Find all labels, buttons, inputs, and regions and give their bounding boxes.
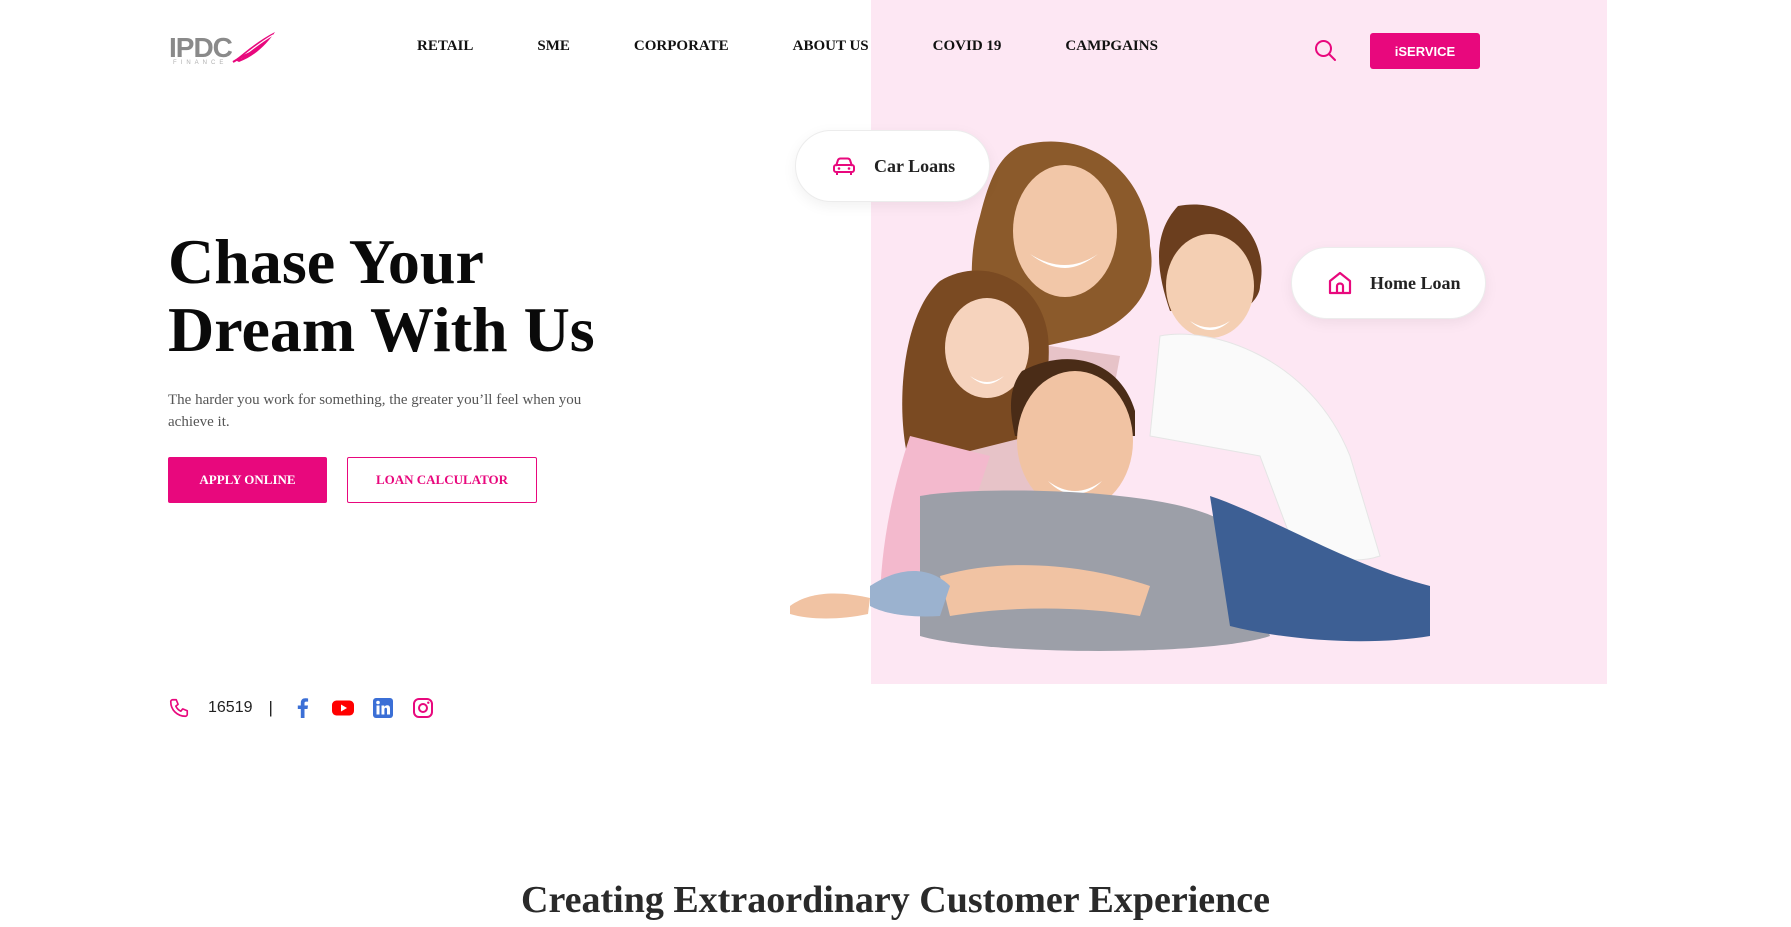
- search-icon[interactable]: [1313, 38, 1337, 62]
- home-loan-pill[interactable]: Home Loan: [1291, 247, 1486, 319]
- hero-subtitle: The harder you work for something, the g…: [168, 392, 582, 430]
- nav-sme[interactable]: SME: [537, 38, 570, 55]
- car-loans-label: Car Loans: [874, 155, 956, 176]
- phone-icon[interactable]: [168, 697, 190, 719]
- youtube-icon[interactable]: [331, 696, 355, 720]
- nav-about-us[interactable]: ABOUT US: [793, 38, 869, 55]
- main-nav: RETAIL SME CORPORATE ABOUT US COVID 19 C…: [417, 38, 1158, 55]
- car-icon: [833, 157, 855, 175]
- ipdc-logo[interactable]: IPDC FINANCE: [169, 28, 279, 68]
- home-loan-label: Home Loan: [1370, 272, 1461, 293]
- nav-campaigns[interactable]: CAMPGAINS: [1065, 38, 1158, 55]
- logo-subtext: FINANCE: [173, 60, 228, 66]
- facebook-icon[interactable]: [291, 696, 315, 720]
- home-icon: [1328, 271, 1352, 295]
- family-photo: [790, 141, 1430, 651]
- instagram-icon[interactable]: [411, 696, 435, 720]
- nav-corporate[interactable]: CORPORATE: [634, 38, 729, 55]
- loan-calculator-button[interactable]: LOAN CALCULATOR: [347, 457, 537, 503]
- feather-icon: [232, 32, 275, 63]
- hero-title-line-2: Dream With Us: [168, 294, 595, 365]
- nav-covid-19[interactable]: COVID 19: [933, 38, 1002, 55]
- iservice-button[interactable]: iSERVICE: [1370, 33, 1480, 69]
- separator: |: [268, 698, 273, 717]
- car-loans-pill[interactable]: Car Loans: [795, 130, 990, 202]
- section-title: Creating Extraordinary Customer Experien…: [521, 879, 1270, 921]
- hero-title: Chase Your Dream With Us: [168, 228, 688, 364]
- phone-number[interactable]: 16519: [208, 699, 253, 717]
- linkedin-icon[interactable]: [371, 696, 395, 720]
- nav-retail[interactable]: RETAIL: [417, 38, 473, 55]
- contact-row: 16519 |: [168, 696, 451, 720]
- hero-title-line-1: Chase Your: [168, 226, 484, 297]
- apply-online-button[interactable]: APPLY ONLINE: [168, 457, 327, 503]
